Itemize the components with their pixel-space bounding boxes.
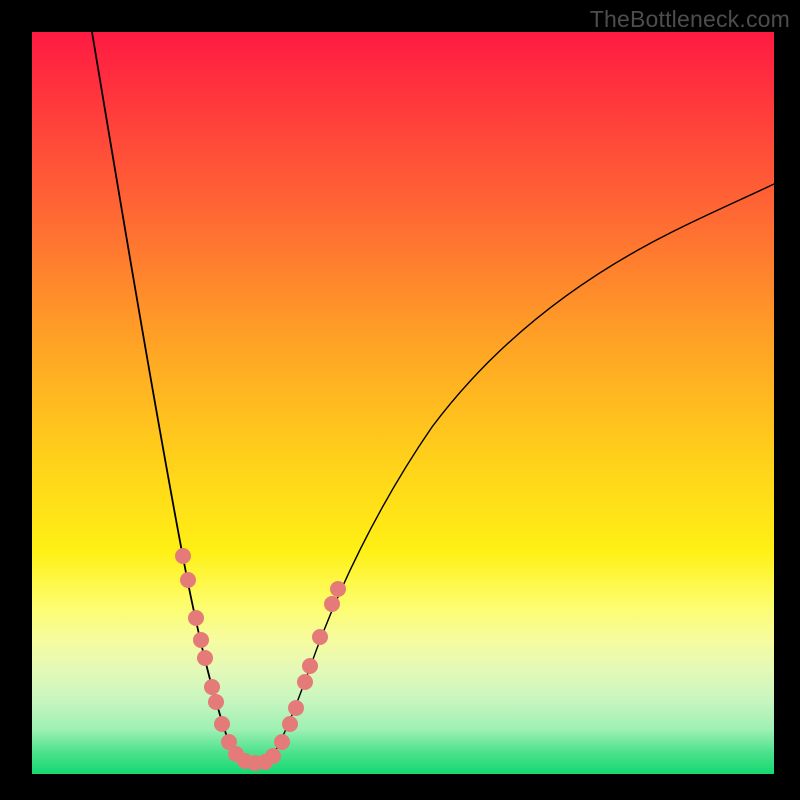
curves-svg — [32, 32, 774, 774]
left-curve — [92, 32, 246, 762]
watermark-text: TheBottleneck.com — [590, 6, 790, 33]
right-curve — [268, 184, 774, 762]
left-bead-cluster — [175, 548, 273, 771]
chart-frame: TheBottleneck.com — [0, 0, 800, 800]
plot-area — [32, 32, 774, 774]
right-bead-cluster — [265, 581, 346, 764]
